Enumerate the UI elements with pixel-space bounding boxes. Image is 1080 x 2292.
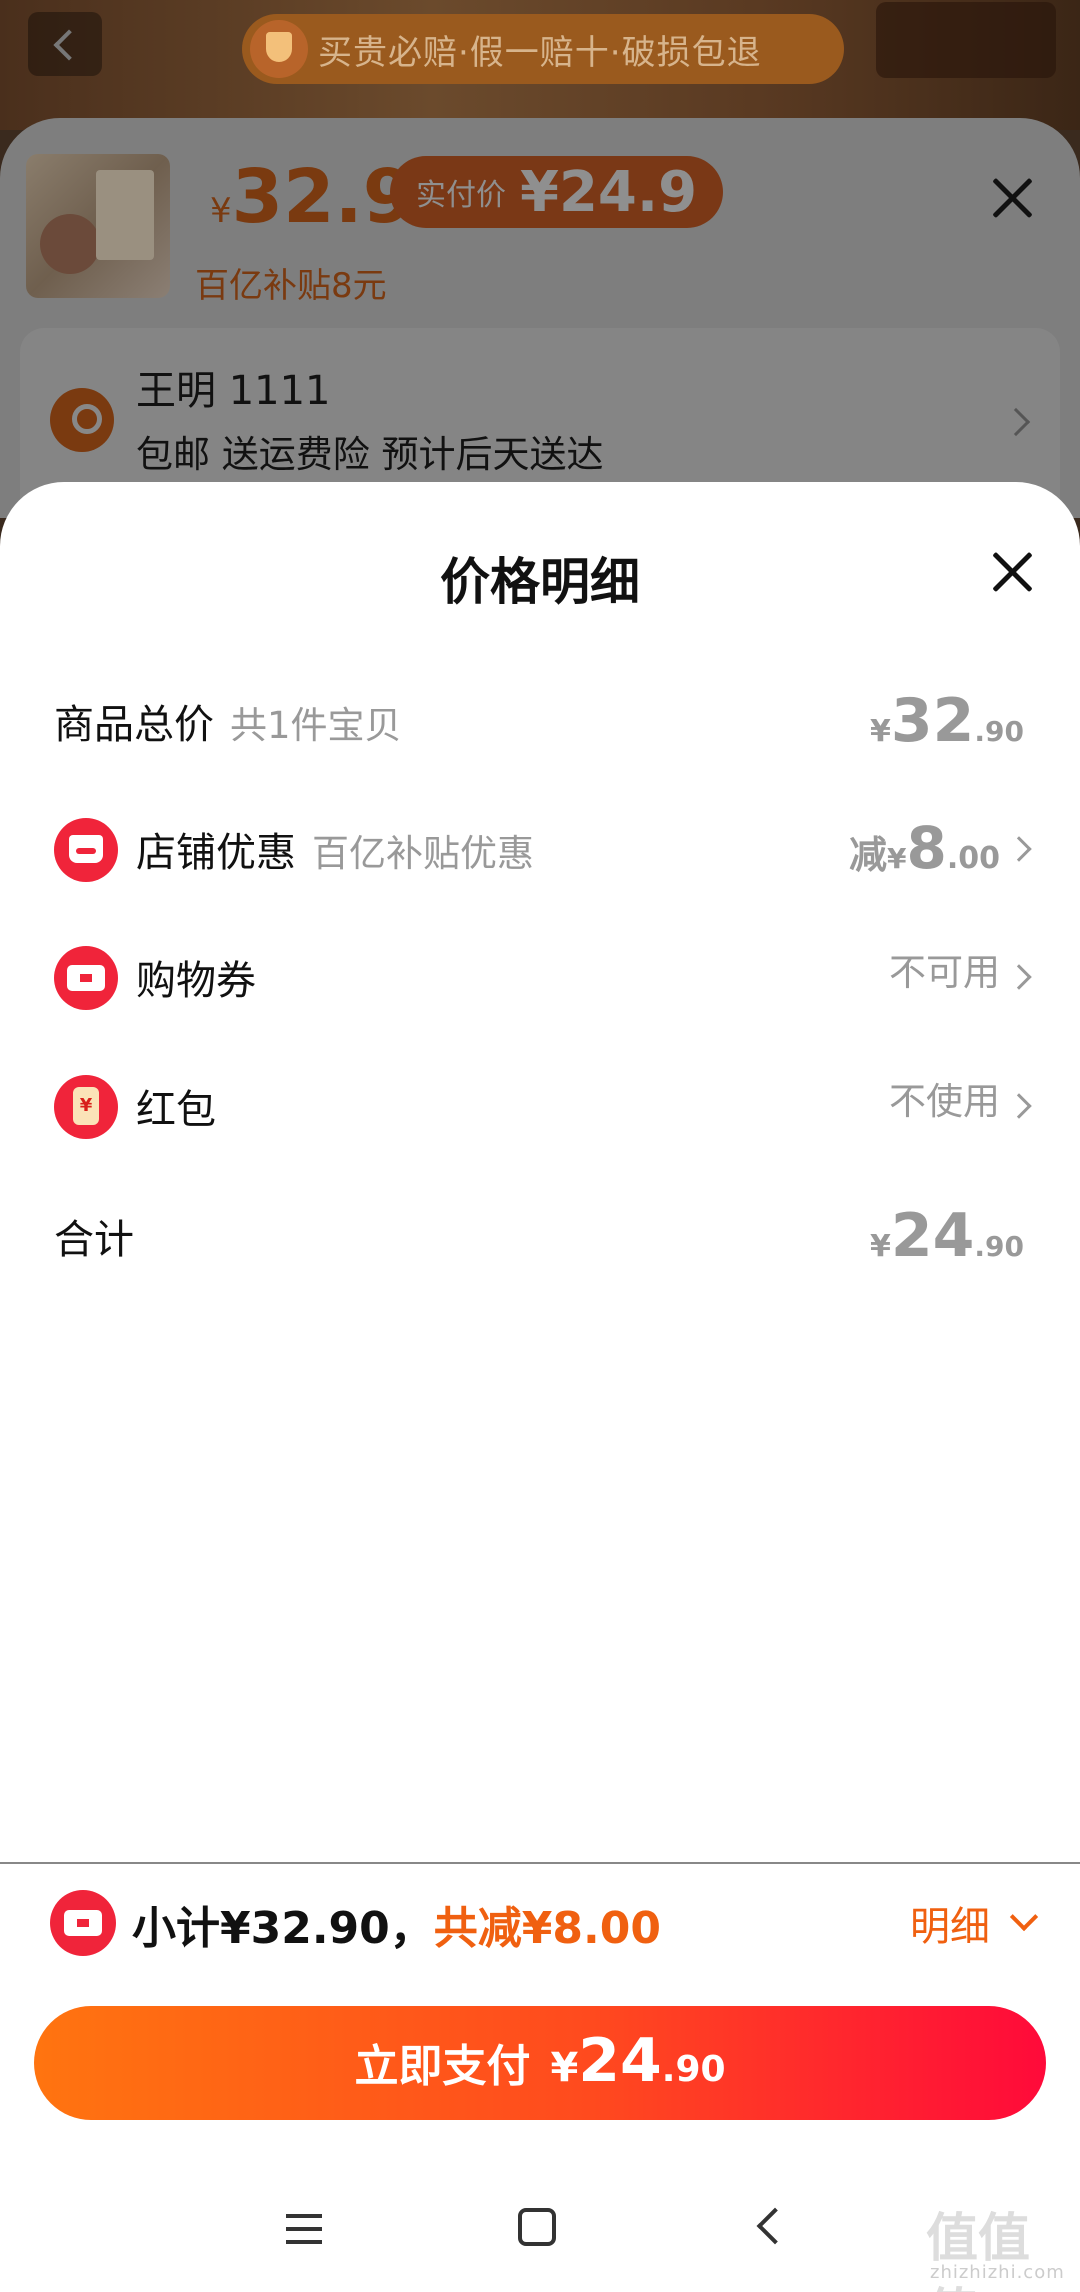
shop-icon xyxy=(54,818,118,882)
location-icon xyxy=(50,388,114,452)
paid-price-label: 实付价 xyxy=(416,178,506,213)
goods-total-amount: ¥32.90 xyxy=(870,686,1024,756)
row-sub: 百亿补贴优惠 xyxy=(312,832,534,875)
recent-apps-icon[interactable] xyxy=(286,2214,322,2244)
coupon-status: 不可用 xyxy=(889,951,1000,994)
product-summary-sheet: ¥32.9 实付价 ¥24.9 百亿补贴8元 王明 1111 包邮 送运费险 预… xyxy=(0,118,1080,528)
close-icon[interactable] xyxy=(990,176,1034,220)
guarantee-banner: 买贵必赔·假一赔十·破损包退 xyxy=(242,14,844,84)
total-discount: 共减¥8.00 xyxy=(433,1903,661,1954)
chevron-right-icon xyxy=(1006,1093,1032,1119)
detail-toggle[interactable]: 明细 xyxy=(910,1894,1039,1952)
pay-now-button[interactable]: 立即支付 ¥ 24 .90 xyxy=(34,2006,1046,2120)
subtotal-text: 小计¥32.90，共减¥8.00 xyxy=(132,1903,661,1954)
detail-toggle-label: 明细 xyxy=(910,1904,990,1950)
row-red-packet[interactable]: 红包 不使用 xyxy=(0,1057,1080,1157)
row-shopping-coupon[interactable]: 购物券 不可用 xyxy=(0,928,1080,1028)
chevron-down-icon xyxy=(1009,1902,1039,1932)
address-name: 王明 1111 xyxy=(136,368,331,414)
row-sub: 共1件宝贝 xyxy=(230,704,402,747)
row-total: 合计 ¥24.90 xyxy=(0,1187,1080,1287)
back-button[interactable] xyxy=(28,12,102,76)
paid-price-pill: 实付价 ¥24.9 xyxy=(390,156,724,228)
row-label: 购物券 xyxy=(136,958,256,1004)
row-label: 店铺优惠 百亿补贴优惠 xyxy=(136,830,534,876)
red-packet-icon xyxy=(54,1075,118,1139)
pay-amount-int: 24 xyxy=(578,2026,662,2096)
home-icon[interactable] xyxy=(518,2208,556,2246)
pay-currency: ¥ xyxy=(550,2045,579,2091)
close-icon[interactable] xyxy=(990,550,1034,594)
cart-icon[interactable] xyxy=(876,2,1056,78)
chevron-right-icon xyxy=(1001,407,1031,437)
subsidy-text: 百亿补贴8元 xyxy=(195,266,387,306)
row-shop-discount[interactable]: 店铺优惠 百亿补贴优惠 减 ¥8.00 xyxy=(0,800,1080,900)
coupon-icon xyxy=(50,1890,116,1956)
total-amount: ¥24.90 xyxy=(870,1201,1024,1271)
row-goods-total: 商品总价 共1件宝贝 ¥32.90 xyxy=(0,672,1080,772)
row-label: 合计 xyxy=(54,1217,134,1263)
watermark-url: zhizhizhi.com xyxy=(930,2262,1065,2283)
chevron-right-icon xyxy=(1006,836,1032,862)
shield-icon xyxy=(250,20,308,78)
product-thumbnail xyxy=(26,154,170,298)
guarantee-text: 买贵必赔·假一赔十·破损包退 xyxy=(318,32,762,73)
row-label: 红包 xyxy=(136,1087,216,1133)
chevron-right-icon xyxy=(1006,964,1032,990)
pay-amount-dec: .90 xyxy=(661,2049,726,2090)
product-price: ¥32.9 xyxy=(210,154,415,240)
sheet-title: 价格明细 xyxy=(440,553,640,611)
row-label: 商品总价 共1件宝贝 xyxy=(54,702,402,748)
pay-button-label: 立即支付 xyxy=(354,2041,531,2092)
shop-discount-amount: 减 ¥8.00 xyxy=(848,814,1000,882)
shipping-info: 包邮 送运费险 预计后天送达 xyxy=(136,433,604,476)
red-packet-status: 不使用 xyxy=(889,1080,1000,1123)
coupon-icon xyxy=(54,946,118,1010)
paid-price-value: ¥24.9 xyxy=(520,159,698,225)
divider xyxy=(0,1862,1080,1864)
